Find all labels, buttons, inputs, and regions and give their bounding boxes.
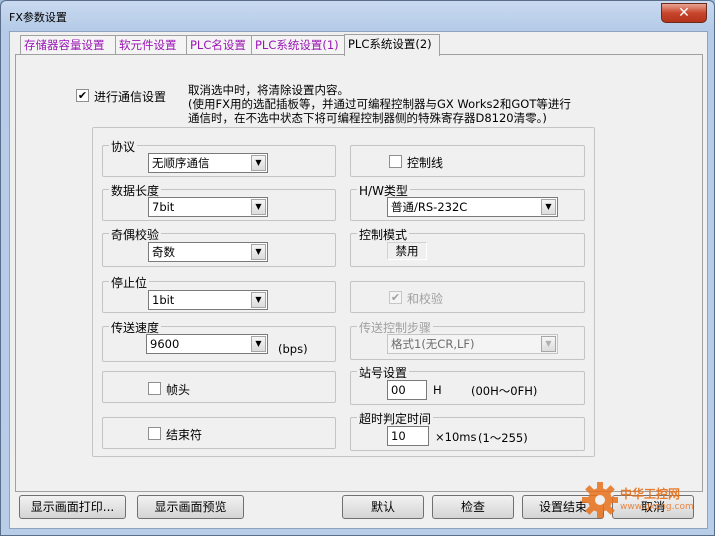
watermark-url: www.gkong.com: [620, 502, 694, 512]
hw-type-select[interactable]: 普通/RS-232C ▼: [387, 197, 558, 217]
chevron-down-icon: ▼: [251, 155, 266, 171]
dialog-window: FX参数设置 ✕ 存储器容量设置 软元件设置 PLC名设置 PLC系统设置(1)…: [0, 0, 715, 536]
protocol-value: 无顺序通信: [152, 156, 210, 170]
default-button[interactable]: 默认: [342, 495, 424, 519]
control-line-label: 控制线: [407, 156, 444, 170]
preview-screen-button[interactable]: 显示画面预览: [137, 495, 244, 519]
timeout-group: 超时判定时间 10 ×10ms (1～255): [350, 410, 585, 451]
tab-plc-name[interactable]: PLC名设置: [186, 35, 252, 55]
check-button[interactable]: 检查: [432, 495, 514, 519]
terminator-checkbox[interactable]: [148, 427, 161, 440]
station-group: 站号设置 00 H (00H～0FH): [350, 364, 585, 405]
baud-unit: (bps): [278, 342, 308, 356]
baud-select[interactable]: 9600 ▼: [146, 334, 268, 354]
chevron-down-icon: ▼: [251, 199, 266, 215]
stop-bit-select[interactable]: 1bit ▼: [148, 290, 268, 310]
station-range: (00H～0FH): [471, 384, 538, 398]
hw-type-group: H/W类型 普通/RS-232C ▼: [350, 182, 585, 221]
close-icon: ✕: [678, 5, 690, 21]
parity-group: 奇偶校验 奇数 ▼: [102, 226, 336, 267]
parity-select[interactable]: 奇数 ▼: [148, 242, 268, 262]
data-length-group: 数据长度 7bit ▼: [102, 182, 336, 221]
protocol-label: 协议: [109, 138, 138, 155]
check-icon: ✔: [390, 291, 401, 304]
hw-type-value: 普通/RS-232C: [391, 200, 468, 214]
comm-enable-checkbox[interactable]: ✔: [76, 89, 89, 102]
chevron-down-icon: ▼: [251, 292, 266, 308]
sum-check-label: 和校验: [407, 292, 444, 306]
watermark-title: 中华工控网: [620, 487, 681, 501]
chevron-down-icon: ▼: [251, 244, 266, 260]
transfer-step-select[interactable]: 格式1(无CR,LF) ▼: [387, 334, 558, 354]
timeout-input[interactable]: 10: [387, 426, 429, 446]
sum-check-group: ✔ 和校验: [350, 281, 585, 313]
watermark: 中华工控网 www.gkong.com: [580, 478, 710, 526]
tab-device-settings[interactable]: 软元件设置: [115, 35, 187, 55]
comm-note-line3: 通信时，在不选中状态下将可编程控制器侧的特殊寄存器D8120清零。): [188, 111, 547, 125]
timeout-label: 超时判定时间: [357, 410, 434, 427]
close-button[interactable]: ✕: [661, 3, 707, 23]
stop-bit-value: 1bit: [152, 293, 175, 307]
data-length-value: 7bit: [152, 200, 175, 214]
header-label: 帧头: [166, 383, 191, 397]
control-line-checkbox[interactable]: [389, 155, 402, 168]
control-mode-value: 禁用: [387, 242, 427, 260]
check-icon: ✔: [77, 89, 88, 102]
terminator-group: 结束符: [102, 417, 336, 449]
tab-plc-system-1[interactable]: PLC系统设置(1): [251, 35, 345, 55]
dialog-client: 存储器容量设置 软元件设置 PLC名设置 PLC系统设置(1) PLC系统设置(…: [9, 31, 708, 529]
station-suffix: H: [433, 383, 442, 397]
transfer-step-group: 传送控制步骤 格式1(无CR,LF) ▼: [350, 319, 585, 360]
tab-memory-capacity[interactable]: 存储器容量设置: [20, 35, 116, 55]
stop-bit-label: 停止位: [109, 274, 150, 291]
settings-panel: ✔ 进行通信设置 取消选中时，将清除设置内容。 (使用FX用的选配插板等，并通过…: [15, 54, 703, 492]
sum-check-checkbox[interactable]: ✔: [389, 291, 402, 304]
print-screen-button[interactable]: 显示画面打印...: [19, 495, 126, 519]
data-length-select[interactable]: 7bit ▼: [148, 197, 268, 217]
protocol-select[interactable]: 无顺序通信 ▼: [148, 153, 268, 173]
control-mode-group: 控制模式 禁用: [350, 226, 585, 267]
baud-value: 9600: [150, 337, 180, 351]
station-input[interactable]: 00: [387, 380, 427, 400]
parity-label: 奇偶校验: [109, 226, 162, 243]
transfer-step-value: 格式1(无CR,LF): [391, 337, 475, 351]
control-mode-label: 控制模式: [357, 226, 410, 243]
station-label: 站号设置: [357, 364, 410, 381]
parity-value: 奇数: [152, 245, 175, 259]
timeout-unit: ×10ms: [435, 430, 477, 444]
control-line-group: 控制线: [350, 145, 585, 177]
baud-group: 传送速度 9600 ▼ (bps): [102, 319, 336, 362]
header-checkbox[interactable]: [148, 382, 161, 395]
stop-bit-group: 停止位 1bit ▼: [102, 274, 336, 313]
gear-icon: [582, 482, 618, 518]
terminator-label: 结束符: [166, 428, 203, 442]
protocol-group: 协议 无顺序通信 ▼: [102, 138, 336, 177]
chevron-down-icon: ▼: [541, 199, 556, 215]
header-group: 帧头: [102, 371, 336, 403]
timeout-range: (1～255): [478, 431, 528, 445]
chevron-down-icon: ▼: [541, 336, 556, 352]
window-title: FX参数设置: [9, 11, 67, 24]
chevron-down-icon: ▼: [251, 336, 266, 352]
tab-plc-system-2[interactable]: PLC系统设置(2): [344, 34, 440, 56]
comm-enable-label: 进行通信设置: [94, 90, 167, 104]
